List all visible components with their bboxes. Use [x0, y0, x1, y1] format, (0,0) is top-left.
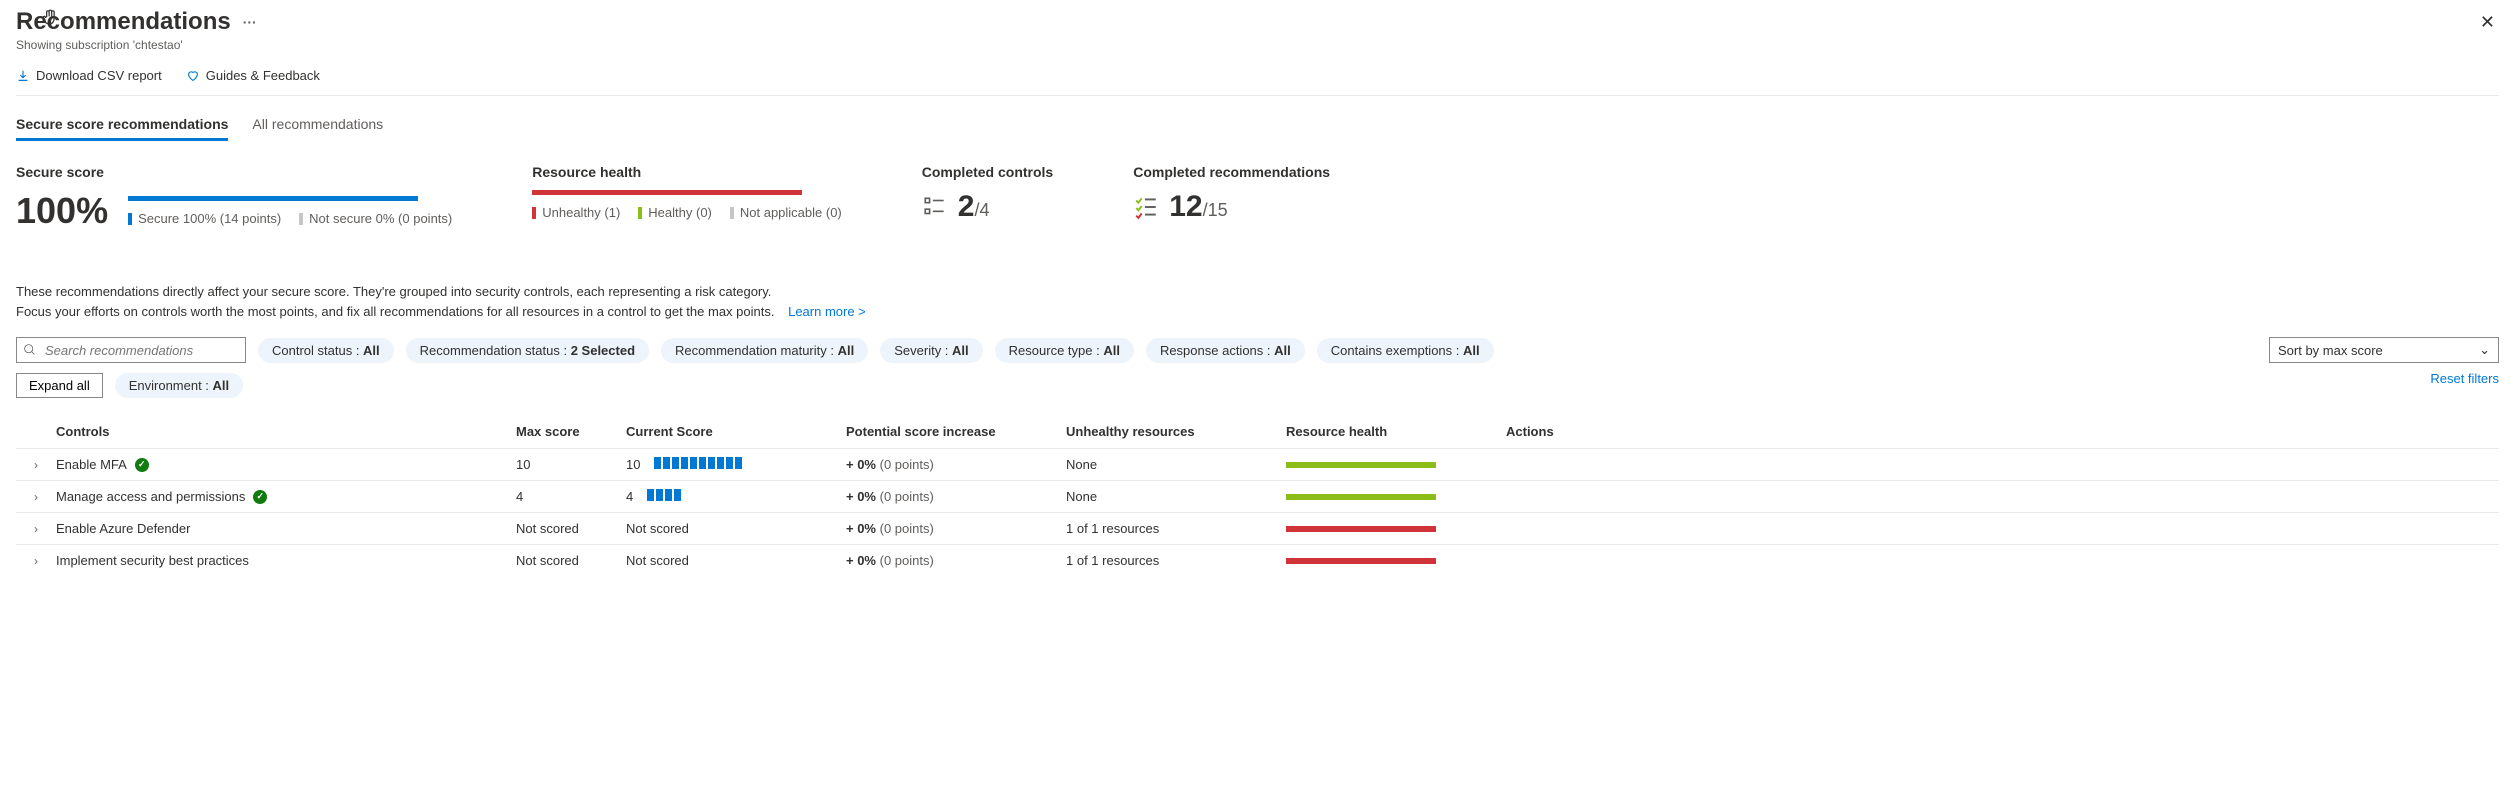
expand-chevron-icon[interactable]: ›: [16, 458, 56, 472]
completed-controls-label: Completed controls: [922, 164, 1053, 180]
current-score: Not scored: [626, 521, 846, 536]
more-menu[interactable]: ···: [243, 14, 257, 30]
tab-secure-score[interactable]: Secure score recommendations: [16, 110, 228, 141]
chevron-down-icon: ⌄: [2479, 342, 2490, 358]
table-row[interactable]: ›Enable Azure DefenderNot scoredNot scor…: [16, 512, 2499, 544]
control-name: Enable Azure Defender: [56, 521, 516, 536]
max-score: Not scored: [516, 521, 626, 536]
potential-increase: + 0% (0 points): [846, 553, 1066, 568]
control-name: Implement security best practices: [56, 553, 516, 568]
secure-score-value: 100%: [16, 190, 108, 232]
unhealthy-resources: None: [1066, 457, 1286, 472]
hand-cursor-icon: [40, 8, 60, 28]
close-button[interactable]: ✕: [2476, 8, 2499, 37]
search-input[interactable]: [16, 337, 246, 363]
resource-health-bar: [1286, 494, 1506, 500]
description-line1: These recommendations directly affect yo…: [16, 282, 2499, 302]
current-score: 10: [626, 457, 846, 472]
resource-health-bar: [1286, 462, 1506, 468]
search-icon: [23, 343, 36, 356]
list-check-icon: [1133, 194, 1159, 220]
expand-chevron-icon[interactable]: ›: [16, 490, 56, 504]
col-potential[interactable]: Potential score increase: [846, 424, 1066, 439]
potential-increase: + 0% (0 points): [846, 489, 1066, 504]
secure-score-label: Secure score: [16, 164, 452, 180]
col-unhealthy[interactable]: Unhealthy resources: [1066, 424, 1286, 439]
current-score: 4: [626, 489, 846, 504]
resource-health-bar: [532, 190, 802, 195]
max-score: Not scored: [516, 553, 626, 568]
unhealthy-resources: 1 of 1 resources: [1066, 553, 1286, 568]
potential-increase: + 0% (0 points): [846, 457, 1066, 472]
col-actions[interactable]: Actions: [1506, 424, 1656, 439]
table-row[interactable]: ›Manage access and permissions✓44+ 0% (0…: [16, 480, 2499, 512]
secure-score-bar: [128, 196, 418, 201]
expand-chevron-icon[interactable]: ›: [16, 554, 56, 568]
completed-controls-num: 2: [958, 190, 975, 223]
heart-icon: [186, 69, 200, 83]
filter-severity[interactable]: Severity : All: [880, 338, 982, 363]
completed-badge-icon: ✓: [135, 458, 149, 472]
sort-select[interactable]: Sort by max score ⌄: [2269, 337, 2499, 363]
filter-control-status[interactable]: Control status : All: [258, 338, 394, 363]
col-health[interactable]: Resource health: [1286, 424, 1506, 439]
completed-badge-icon: ✓: [253, 490, 267, 504]
table-row[interactable]: ›Enable MFA✓1010+ 0% (0 points)None: [16, 448, 2499, 480]
filter-environment[interactable]: Environment : All: [115, 373, 243, 398]
description-line2: Focus your efforts on controls worth the…: [16, 304, 774, 319]
col-current-score[interactable]: Current Score: [626, 424, 846, 439]
max-score: 4: [516, 489, 626, 504]
control-name: Manage access and permissions✓: [56, 489, 516, 504]
table-row[interactable]: ›Implement security best practicesNot sc…: [16, 544, 2499, 576]
completed-recs-label: Completed recommendations: [1133, 164, 1330, 180]
expand-chevron-icon[interactable]: ›: [16, 522, 56, 536]
current-score: Not scored: [626, 553, 846, 568]
reset-filters-link[interactable]: Reset filters: [2430, 371, 2499, 386]
filter-maturity[interactable]: Recommendation maturity : All: [661, 338, 868, 363]
col-controls[interactable]: Controls: [56, 424, 516, 439]
filter-resource-type[interactable]: Resource type : All: [995, 338, 1134, 363]
control-name: Enable MFA✓: [56, 457, 516, 472]
unhealthy-resources: None: [1066, 489, 1286, 504]
filter-response-actions[interactable]: Response actions : All: [1146, 338, 1305, 363]
tab-all-recommendations[interactable]: All recommendations: [252, 110, 383, 141]
potential-increase: + 0% (0 points): [846, 521, 1066, 536]
learn-more-link[interactable]: Learn more >: [788, 304, 866, 319]
download-icon: [16, 69, 30, 83]
checklist-icon: [922, 194, 948, 220]
expand-all-button[interactable]: Expand all: [16, 373, 103, 398]
filter-exemptions[interactable]: Contains exemptions : All: [1317, 338, 1494, 363]
resource-health-bar: [1286, 558, 1506, 564]
resource-health-label: Resource health: [532, 164, 842, 180]
filter-recommendation-status[interactable]: Recommendation status : 2 Selected: [406, 338, 649, 363]
max-score: 10: [516, 457, 626, 472]
page-subtitle: Showing subscription 'chtestao': [16, 38, 257, 52]
col-max-score[interactable]: Max score: [516, 424, 626, 439]
completed-recs-num: 12: [1169, 190, 1202, 223]
download-csv-button[interactable]: Download CSV report: [16, 68, 162, 83]
guides-feedback-button[interactable]: Guides & Feedback: [186, 68, 320, 83]
unhealthy-resources: 1 of 1 resources: [1066, 521, 1286, 536]
resource-health-bar: [1286, 526, 1506, 532]
